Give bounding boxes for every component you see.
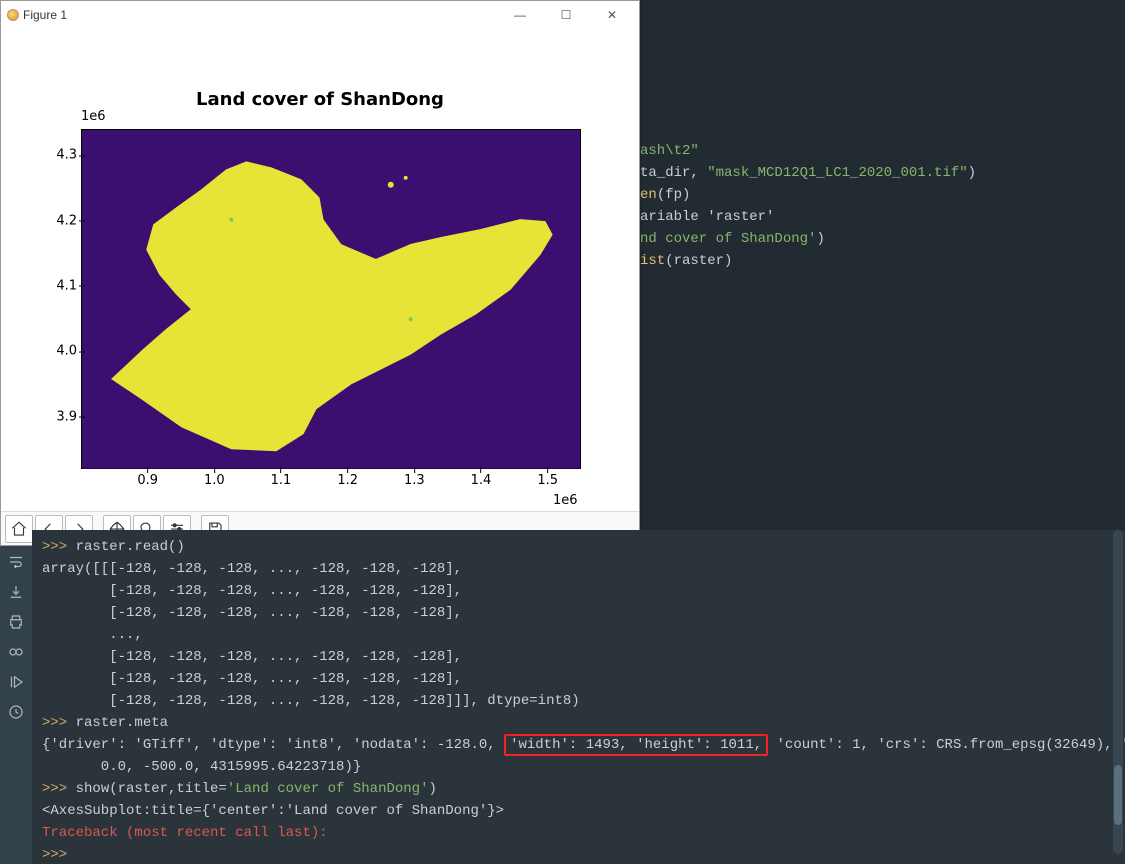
- console-line: array([[[-128, -128, -128, ..., -128, -1…: [42, 558, 1115, 580]
- editor-line: ist(raster): [640, 250, 1125, 272]
- console-line: >>> show(raster,title='Land cover of Sha…: [42, 778, 1115, 800]
- x-tick: 0.9: [137, 473, 158, 488]
- editor-line: ash\t2": [640, 140, 1125, 162]
- print-icon[interactable]: [6, 612, 26, 632]
- console-line: [-128, -128, -128, ..., -128, -128, -128…: [42, 602, 1115, 624]
- x-tick: 1.4: [471, 473, 492, 488]
- home-button[interactable]: [5, 515, 33, 543]
- console-line: >>> raster.read(): [42, 536, 1115, 558]
- x-tick: 1.2: [337, 473, 358, 488]
- console-line: Traceback (most recent call last):: [42, 822, 1115, 844]
- plot-area[interactable]: Land cover of ShanDong 1e6 4.3 4.2 4.1 4.0 3…: [1, 29, 639, 511]
- variables-icon[interactable]: [6, 642, 26, 662]
- app-icon: [7, 9, 19, 21]
- raster-image: [81, 129, 581, 469]
- console-line: ...,: [42, 624, 1115, 646]
- y-tick: 4.1: [56, 278, 77, 293]
- y-tick: 4.0: [56, 344, 77, 359]
- console-line: [-128, -128, -128, ..., -128, -128, -128…: [42, 668, 1115, 690]
- console-line: [-128, -128, -128, ..., -128, -128, -128…: [42, 580, 1115, 602]
- x-tick: 1.0: [204, 473, 225, 488]
- minimize-button[interactable]: —: [497, 3, 543, 27]
- console-line: [-128, -128, -128, ..., -128, -128, -128…: [42, 646, 1115, 668]
- console-line: {'driver': 'GTiff', 'dtype': 'int8', 'no…: [42, 734, 1115, 756]
- plot-title: Land cover of ShanDong: [1, 89, 639, 110]
- editor-visible-code: ash\t2"ta_dir, "mask_MCD12Q1_LC1_2020_00…: [640, 140, 1125, 272]
- history-icon[interactable]: [6, 702, 26, 722]
- download-icon[interactable]: [6, 582, 26, 602]
- y-axis-exponent: 1e6: [81, 109, 106, 124]
- activity-bar: [0, 546, 32, 864]
- y-tick: 4.3: [56, 148, 77, 163]
- y-tick: 3.9: [56, 409, 77, 424]
- editor-line: en(fp): [640, 184, 1125, 206]
- console-line: >>> raster.meta: [42, 712, 1115, 734]
- python-console[interactable]: >>> raster.read()array([[[-128, -128, -1…: [32, 530, 1125, 864]
- close-button[interactable]: ✕: [589, 3, 635, 27]
- x-axis-exponent: 1e6: [553, 493, 578, 508]
- figure-window: Figure 1 — ☐ ✕ Land cover of ShanDong 1e…: [0, 0, 640, 546]
- maximize-button[interactable]: ☐: [543, 3, 589, 27]
- wrap-icon[interactable]: [6, 552, 26, 572]
- figure-titlebar[interactable]: Figure 1 — ☐ ✕: [1, 1, 639, 29]
- console-line: <AxesSubplot:title={'center':'Land cover…: [42, 800, 1115, 822]
- run-icon[interactable]: [6, 672, 26, 692]
- editor-line: ta_dir, "mask_MCD12Q1_LC1_2020_001.tif"): [640, 162, 1125, 184]
- console-scrollbar[interactable]: [1113, 530, 1123, 854]
- console-line: >>>: [42, 844, 1115, 864]
- x-tick: 1.5: [537, 473, 558, 488]
- console-line: 0.0, -500.0, 4315995.64223718)}: [42, 756, 1115, 778]
- x-tick: 1.3: [404, 473, 425, 488]
- scrollbar-thumb[interactable]: [1114, 765, 1122, 825]
- editor-line: nd cover of ShanDong'): [640, 228, 1125, 250]
- figure-window-title: Figure 1: [23, 8, 67, 22]
- y-tick: 4.2: [56, 213, 77, 228]
- console-line: [-128, -128, -128, ..., -128, -128, -128…: [42, 690, 1115, 712]
- x-tick: 1.1: [271, 473, 292, 488]
- editor-line: ariable 'raster': [640, 206, 1125, 228]
